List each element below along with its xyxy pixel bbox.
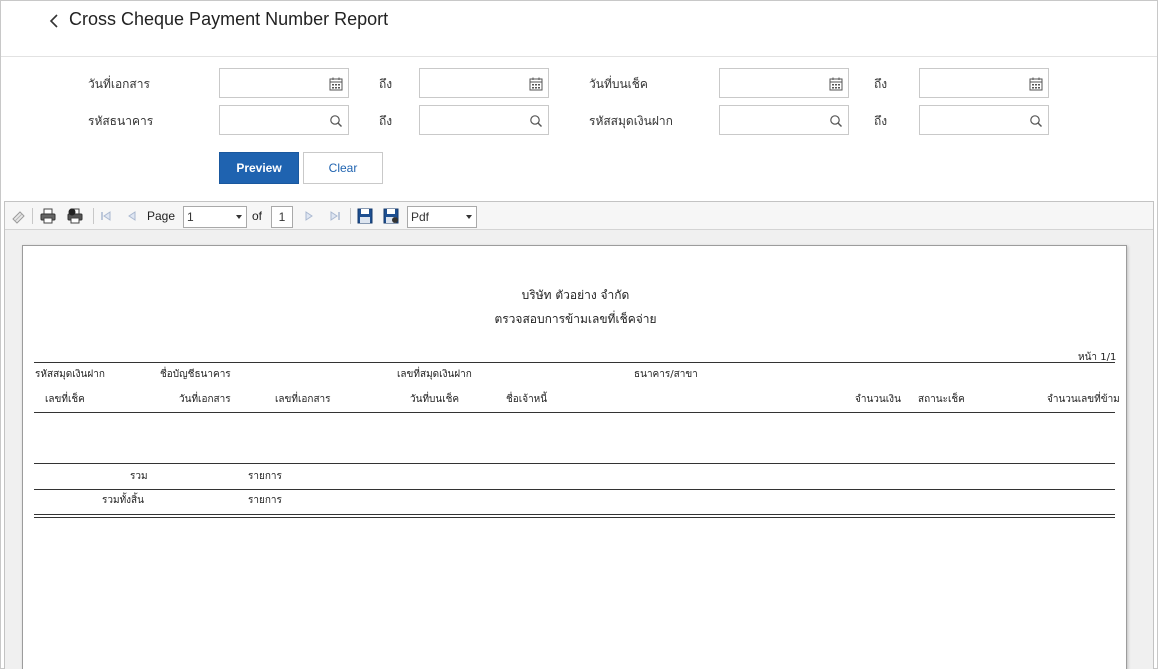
search-icon[interactable] xyxy=(1029,113,1043,127)
toolbar-separator xyxy=(350,208,351,224)
passbook-code-from-field[interactable] xyxy=(719,105,849,135)
export-icon[interactable] xyxy=(383,208,399,224)
group-header-passbook-code: รหัสสมุดเงินฝาก xyxy=(35,369,105,380)
subtotal-unit: รายการ xyxy=(248,471,282,482)
print-icon[interactable] xyxy=(40,208,56,224)
calendar-icon[interactable] xyxy=(329,76,343,91)
print-setup-icon[interactable] xyxy=(67,208,83,224)
grand-total-label: รวมทั้งสิ้น xyxy=(102,495,144,506)
group-header-account-name: ชื่อบัญชีธนาคาร xyxy=(160,369,231,380)
chevron-down-icon xyxy=(236,215,242,219)
report-rule xyxy=(34,514,1115,515)
report-rule xyxy=(34,412,1115,413)
doc-date-label: วันที่เอกสาร xyxy=(88,77,150,91)
calendar-icon[interactable] xyxy=(829,76,843,91)
col-doc-date: วันที่เอกสาร xyxy=(179,394,231,405)
col-creditor-name: ชื่อเจ้าหนี้ xyxy=(506,394,548,405)
report-title: ตรวจสอบการข้ามเลขที่เช็คจ่าย xyxy=(494,312,657,326)
toolbar-separator xyxy=(32,208,33,224)
group-header-bank-branch: ธนาคาร/สาขา xyxy=(634,369,698,380)
bank-code-to-field[interactable] xyxy=(419,105,549,135)
passbook-code-to-label: ถึง xyxy=(874,114,888,128)
bank-code-from-field[interactable] xyxy=(219,105,349,135)
col-cheque-status: สถานะเช็ค xyxy=(918,394,965,405)
search-icon[interactable] xyxy=(829,113,843,127)
of-label: of xyxy=(252,209,263,223)
subtotal-label: รวม xyxy=(130,471,148,482)
bank-code-label: รหัสธนาคาร xyxy=(88,114,154,128)
doc-date-to-field[interactable] xyxy=(419,68,549,98)
grand-total-unit: รายการ xyxy=(248,495,282,506)
preview-button[interactable]: Preview xyxy=(219,152,299,184)
export-format-select[interactable]: Pdf xyxy=(407,206,477,228)
passbook-code-to-field[interactable] xyxy=(919,105,1049,135)
page-total: 1 xyxy=(271,206,293,228)
calendar-icon[interactable] xyxy=(529,76,543,91)
doc-date-from-field[interactable] xyxy=(219,68,349,98)
col-cheque-date: วันที่บนเช็ค xyxy=(410,394,460,405)
bank-code-to-label: ถึง xyxy=(379,114,393,128)
page-select[interactable]: 1 xyxy=(183,206,247,228)
col-cheque-no: เลขที่เช็ค xyxy=(45,394,85,405)
page-header: Cross Cheque Payment Number Report xyxy=(1,1,1157,57)
report-viewer: Page 1 of 1 Pdf บริษัท ตัวอย่าง จำกัด ตร… xyxy=(4,201,1154,669)
report-page: บริษัท ตัวอย่าง จำกัด ตรวจสอบการข้ามเลขท… xyxy=(22,245,1127,669)
clear-button[interactable]: Clear xyxy=(303,152,383,184)
cheque-date-from-field[interactable] xyxy=(719,68,849,98)
page-select-value: 1 xyxy=(187,210,194,224)
search-icon[interactable] xyxy=(529,113,543,127)
save-icon[interactable] xyxy=(357,208,373,224)
page-label: Page xyxy=(147,209,176,223)
toggle-parameters-icon[interactable] xyxy=(11,208,27,224)
passbook-code-label: รหัสสมุดเงินฝาก xyxy=(589,114,673,128)
first-page-icon[interactable] xyxy=(98,208,114,224)
export-format-value: Pdf xyxy=(411,210,430,224)
col-amount: จำนวนเงิน xyxy=(855,394,901,405)
report-rule xyxy=(34,489,1115,490)
chevron-down-icon xyxy=(466,215,472,219)
page-title: Cross Cheque Payment Number Report xyxy=(69,9,389,29)
previous-page-icon[interactable] xyxy=(124,208,140,224)
report-rule xyxy=(34,463,1115,464)
cheque-date-to-label: ถึง xyxy=(874,77,888,91)
calendar-icon[interactable] xyxy=(1029,76,1043,91)
viewer-toolbar: Page 1 of 1 Pdf xyxy=(5,202,1153,230)
report-company: บริษัท ตัวอย่าง จำกัด xyxy=(521,288,630,302)
last-page-icon[interactable] xyxy=(327,208,343,224)
col-skipped-count: จำนวนเลขที่ข้าม xyxy=(1047,394,1120,405)
report-rule xyxy=(34,517,1115,518)
report-rule xyxy=(34,362,1115,363)
toolbar-separator xyxy=(93,208,94,224)
search-icon[interactable] xyxy=(329,113,343,127)
doc-date-to-label: ถึง xyxy=(379,77,393,91)
group-header-passbook-number: เลขที่สมุดเงินฝาก xyxy=(397,369,472,380)
next-page-icon[interactable] xyxy=(301,208,317,224)
cheque-date-label: วันที่บนเช็ค xyxy=(589,77,648,91)
col-doc-no: เลขที่เอกสาร xyxy=(275,394,331,405)
back-icon[interactable] xyxy=(47,11,63,31)
cheque-date-to-field[interactable] xyxy=(919,68,1049,98)
